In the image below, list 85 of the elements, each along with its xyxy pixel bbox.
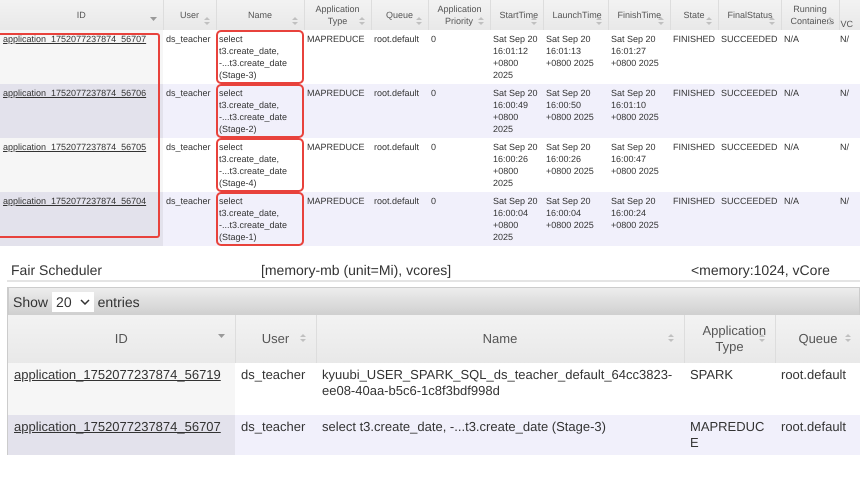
- table-cell: Sat Sep 20 16:01:10 +0800 2025: [608, 84, 670, 138]
- table-cell: 0: [428, 84, 490, 138]
- table-cell: root.default: [371, 30, 428, 84]
- table-cell: N/A: [781, 84, 839, 138]
- table-cell: Sat Sep 20 16:00:04 +0800 2025: [490, 192, 543, 246]
- chevron-down-icon: [80, 298, 90, 304]
- table-cell: SUCCEEDED: [718, 30, 781, 84]
- table-cell: N/: [839, 30, 860, 84]
- column-header[interactable]: ID: [8, 315, 235, 363]
- table-cell: Sat Sep 20 16:00:26 +0800 2025: [543, 138, 608, 192]
- application-id-link[interactable]: application_1752077237874_56704: [3, 196, 146, 206]
- table-cell: MAPREDUCE: [304, 84, 371, 138]
- table-cell: Sat Sep 20 16:00:50 +0800 2025: [543, 84, 608, 138]
- column-header[interactable]: Running Containers: [781, 0, 839, 30]
- highlighted-name-text: select t3.create_date, -...t3.create_date (Stage-4): [219, 141, 301, 189]
- table-cell: MAPREDUCE: [304, 192, 371, 246]
- table-cell: ds_teacher: [163, 30, 216, 84]
- table-cell: Sat Sep 20 16:01:12 +0800 2025: [490, 30, 543, 84]
- column-header[interactable]: Application Type: [684, 315, 775, 363]
- column-header[interactable]: Application Type: [304, 0, 371, 30]
- application-id-link[interactable]: application_1752077237874_56705: [3, 142, 146, 152]
- table-cell: FINISHED: [670, 192, 718, 246]
- name-text: kyuubi_USER_SPARK_SQL_ds_teacher_default_64cc3823-ee08-40aa-b5c6-1c8f3bdf998d: [322, 367, 674, 399]
- column-header[interactable]: User: [163, 0, 216, 30]
- table-cell: ds_teacher: [163, 84, 216, 138]
- table-cell: root.default: [775, 363, 860, 415]
- minimum-allocation: <memory:1024, vCore: [691, 262, 831, 278]
- table-cell: Sat Sep 20 16:00:47 +0800 2025: [608, 138, 670, 192]
- table-cell: MAPREDUCE: [684, 415, 775, 455]
- column-header[interactable]: StartTime: [490, 0, 543, 30]
- highlighted-name-text: select t3.create_date, -...t3.create_date (Stage-2): [219, 87, 301, 135]
- application-id-link[interactable]: application_1752077237874_56706: [3, 88, 146, 98]
- table-cell: FINISHED: [670, 84, 718, 138]
- table-cell: N/: [839, 192, 860, 246]
- table-cell: Sat Sep 20 16:01:27 +0800 2025: [608, 30, 670, 84]
- table-cell: Sat Sep 20 16:00:24 +0800 2025: [608, 192, 670, 246]
- page-size-select[interactable]: 20: [52, 292, 94, 312]
- resource-types: [memory-mb (unit=Mi), vcores]: [261, 262, 452, 278]
- table-cell: ds_teacher: [163, 192, 216, 246]
- column-header[interactable]: User: [235, 315, 316, 363]
- table-cell: MAPREDUCE: [304, 138, 371, 192]
- table-cell: 0: [428, 138, 490, 192]
- highlighted-name-text: select t3.create_date, -...t3.create_date (Stage-3): [219, 33, 301, 81]
- name-text: select t3.create_date, -...t3.create_date (Stage-3): [322, 419, 606, 435]
- table-cell: N/A: [781, 30, 839, 84]
- table-cell: Sat Sep 20 16:00:49 +0800 2025: [490, 84, 543, 138]
- application-id-link[interactable]: application_1752077237874_56707: [3, 34, 146, 44]
- table-cell: MAPREDUCE: [304, 30, 371, 84]
- table-cell: Sat Sep 20 16:01:13 +0800 2025: [543, 30, 608, 84]
- table-cell: ds_teacher: [235, 363, 316, 415]
- table-cell: root.default: [371, 192, 428, 246]
- column-header[interactable]: VC: [839, 0, 860, 30]
- table-cell: root.default: [371, 138, 428, 192]
- table-cell: N/A: [781, 192, 839, 246]
- table-cell: 0: [428, 192, 490, 246]
- highlighted-name-text: select t3.create_date, -...t3.create_date (Stage-1): [219, 195, 301, 243]
- table-cell: 0: [428, 30, 490, 84]
- column-header[interactable]: Queue: [775, 315, 860, 363]
- table-cell: FINISHED: [670, 30, 718, 84]
- column-header[interactable]: State: [670, 0, 718, 30]
- column-header[interactable]: Queue: [371, 0, 428, 30]
- table-cell: Sat Sep 20 16:00:04 +0800 2025: [543, 192, 608, 246]
- column-header[interactable]: LaunchTime: [543, 0, 608, 30]
- table-cell: SUCCEEDED: [718, 84, 781, 138]
- table-cell: Sat Sep 20 16:00:26 +0800 2025: [490, 138, 543, 192]
- table-cell: SPARK: [684, 363, 775, 415]
- column-header[interactable]: FinishTime: [608, 0, 670, 30]
- table-cell: N/A: [781, 138, 839, 192]
- table-cell: N/: [839, 84, 860, 138]
- column-header[interactable]: Name: [316, 315, 684, 363]
- column-header[interactable]: Name: [216, 0, 304, 30]
- table-cell: root.default: [371, 84, 428, 138]
- column-header[interactable]: ID: [0, 0, 163, 30]
- table-cell: SUCCEEDED: [718, 192, 781, 246]
- column-header[interactable]: FinalStatus: [718, 0, 781, 30]
- show-label: Show: [13, 294, 48, 310]
- table-cell: N/: [839, 138, 860, 192]
- table-cell: ds_teacher: [163, 138, 216, 192]
- entries-label: entries: [98, 294, 140, 310]
- table-cell: ds_teacher: [235, 415, 316, 455]
- table-cell: FINISHED: [670, 138, 718, 192]
- table-cell: SUCCEEDED: [718, 138, 781, 192]
- scheduler-type: Fair Scheduler: [11, 262, 104, 278]
- table-cell: root.default: [775, 415, 860, 455]
- column-header[interactable]: Application Priority: [428, 0, 490, 30]
